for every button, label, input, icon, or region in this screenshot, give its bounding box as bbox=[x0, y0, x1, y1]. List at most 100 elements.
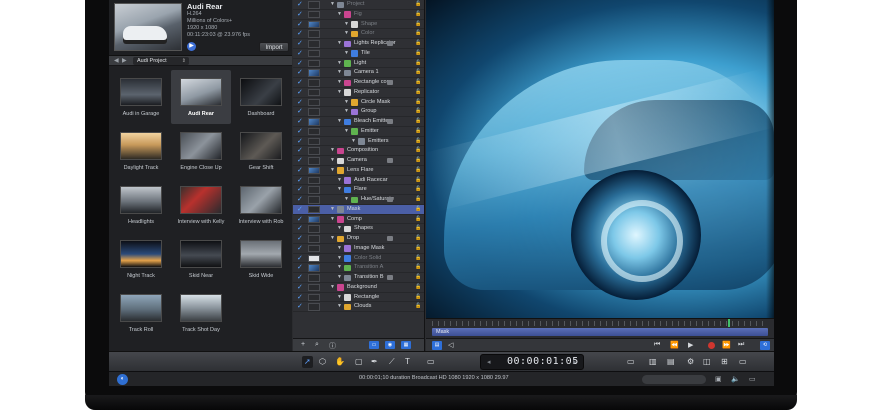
generators-icon[interactable]: ▥ bbox=[649, 356, 657, 368]
layer-row[interactable]: ✓ ▼ Background 🔓 bbox=[293, 283, 424, 293]
layer-visibility-checkbox[interactable]: ✓ bbox=[297, 49, 303, 59]
layer-visibility-checkbox[interactable]: ✓ bbox=[297, 29, 303, 39]
import-button[interactable]: Import bbox=[259, 42, 289, 52]
layer-row[interactable]: ✓ ▼ Color Solid 🔓 bbox=[293, 254, 424, 264]
layer-row[interactable]: ✓ ▼ Lights Replicator 🔓 bbox=[293, 39, 424, 49]
layer-row[interactable]: ✓ ▼ Color 🔓 bbox=[293, 29, 424, 39]
layer-lock-icon[interactable]: 🔓 bbox=[415, 293, 421, 303]
layer-visibility-checkbox[interactable]: ✓ bbox=[297, 98, 303, 108]
layer-row[interactable]: ✓ ▼ Clouds 🔓 bbox=[293, 302, 424, 312]
layer-row[interactable]: ✓ ▼ Shapes 🔓 bbox=[293, 224, 424, 234]
layer-lock-icon[interactable]: 🔓 bbox=[415, 10, 421, 20]
play-icon[interactable]: ▶ bbox=[688, 341, 693, 349]
disclosure-triangle-icon[interactable]: ▼ bbox=[330, 146, 335, 156]
layer-row[interactable]: ✓ ▼ Rectangle copy 🔓 bbox=[293, 78, 424, 88]
text-tool-icon[interactable]: T bbox=[405, 356, 410, 368]
layer-lock-icon[interactable]: 🔓 bbox=[415, 215, 421, 225]
layer-visibility-checkbox[interactable]: ✓ bbox=[297, 283, 303, 293]
disclosure-triangle-icon[interactable]: ▼ bbox=[337, 224, 342, 234]
layer-lock-icon[interactable]: 🔓 bbox=[415, 137, 421, 147]
library-item[interactable]: Night Track bbox=[111, 232, 171, 286]
mini-timeline[interactable]: Mask bbox=[426, 318, 774, 338]
library-item[interactable]: Track Shot Day bbox=[171, 286, 231, 340]
go-to-end-icon[interactable]: ⏭ bbox=[738, 341, 744, 349]
loop-icon[interactable]: ⟲ bbox=[760, 341, 770, 350]
disclosure-triangle-icon[interactable]: ▼ bbox=[330, 166, 335, 176]
layer-visibility-checkbox[interactable]: ✓ bbox=[297, 234, 303, 244]
layer-visibility-checkbox[interactable]: ✓ bbox=[297, 273, 303, 283]
layer-visibility-checkbox[interactable]: ✓ bbox=[297, 59, 303, 69]
layer-visibility-checkbox[interactable]: ✓ bbox=[297, 20, 303, 30]
disclosure-triangle-icon[interactable]: ▼ bbox=[330, 205, 335, 215]
library-item[interactable]: Headlights bbox=[111, 178, 171, 232]
pan-tool-icon[interactable]: ✋ bbox=[335, 356, 345, 368]
layer-row[interactable]: ✓ ▼ Drop 🔓 bbox=[293, 234, 424, 244]
disclosure-triangle-icon[interactable]: ▼ bbox=[337, 293, 342, 303]
layer-lock-icon[interactable]: 🔓 bbox=[415, 205, 421, 215]
layer-lock-icon[interactable]: 🔓 bbox=[415, 117, 421, 127]
canvas[interactable] bbox=[426, 0, 774, 318]
layer-lock-icon[interactable]: 🔓 bbox=[415, 107, 421, 117]
disclosure-triangle-icon[interactable]: ▼ bbox=[337, 176, 342, 186]
layer-lock-icon[interactable]: 🔓 bbox=[415, 59, 421, 69]
layer-lock-icon[interactable]: 🔓 bbox=[415, 283, 421, 293]
fullscreen-icon[interactable]: ▭ bbox=[749, 375, 756, 383]
layer-row[interactable]: ✓ ▼ Audi Racecar 🔓 bbox=[293, 176, 424, 186]
replicator-icon[interactable]: ⊞ bbox=[721, 356, 728, 368]
layer-row[interactable]: ✓ ▼ Group 🔓 bbox=[293, 107, 424, 117]
timeline-toggle-icon[interactable]: ▤ bbox=[432, 341, 442, 350]
layer-lock-icon[interactable]: 🔓 bbox=[415, 20, 421, 30]
library-item[interactable]: Engine Close Up bbox=[171, 124, 231, 178]
disclosure-triangle-icon[interactable]: ▼ bbox=[330, 156, 335, 166]
transform-tool-icon[interactable]: ⬡ bbox=[319, 356, 326, 368]
layer-visibility-checkbox[interactable]: ✓ bbox=[297, 88, 303, 98]
layer-visibility-checkbox[interactable]: ✓ bbox=[297, 39, 303, 49]
layer-visibility-checkbox[interactable]: ✓ bbox=[297, 215, 303, 225]
layer-row[interactable]: ✓ ▼ Light 🔓 bbox=[293, 59, 424, 69]
behaviors-icon[interactable]: ⚙ bbox=[687, 356, 694, 368]
library-item[interactable]: Interview with Kelly bbox=[171, 178, 231, 232]
disclosure-triangle-icon[interactable]: ▼ bbox=[337, 254, 342, 264]
layer-visibility-checkbox[interactable]: ✓ bbox=[297, 244, 303, 254]
layer-lock-icon[interactable]: 🔓 bbox=[415, 185, 421, 195]
layer-row[interactable]: ✓ ▼ Camera 🔓 bbox=[293, 156, 424, 166]
disclosure-triangle-icon[interactable]: ▼ bbox=[351, 137, 356, 147]
disclosure-triangle-icon[interactable]: ▼ bbox=[344, 195, 349, 205]
layer-row[interactable]: ✓ ▼ Transition A 🔓 bbox=[293, 263, 424, 273]
audio-icon[interactable]: ◁ bbox=[448, 341, 453, 349]
layer-lock-icon[interactable]: 🔓 bbox=[415, 302, 421, 312]
disclosure-triangle-icon[interactable]: ▼ bbox=[344, 29, 349, 39]
disclosure-triangle-icon[interactable]: ▼ bbox=[330, 0, 335, 10]
layer-lock-icon[interactable]: 🔓 bbox=[415, 127, 421, 137]
layer-lock-icon[interactable]: 🔓 bbox=[415, 166, 421, 176]
step-back-icon[interactable]: ⏪ bbox=[670, 341, 679, 349]
disclosure-triangle-icon[interactable]: ▼ bbox=[344, 20, 349, 30]
layer-lock-icon[interactable]: 🔓 bbox=[415, 156, 421, 166]
layer-row[interactable]: ✓ ▼ Bleach Emitter 🔓 bbox=[293, 117, 424, 127]
layer-visibility-checkbox[interactable]: ✓ bbox=[297, 254, 303, 264]
timeline-track[interactable]: Mask bbox=[432, 328, 768, 336]
layer-visibility-checkbox[interactable]: ✓ bbox=[297, 263, 303, 273]
layer-lock-icon[interactable]: 🔓 bbox=[415, 78, 421, 88]
layer-visibility-checkbox[interactable]: ✓ bbox=[297, 185, 303, 195]
select-tool-icon[interactable]: ➚ bbox=[302, 356, 313, 368]
library-item[interactable]: Audi in Garage bbox=[111, 70, 171, 124]
paint-tool-icon[interactable]: ⟋ bbox=[389, 356, 395, 368]
layers-view-icon[interactable]: ▭ bbox=[369, 341, 379, 349]
layer-visibility-checkbox[interactable]: ✓ bbox=[297, 68, 303, 78]
timecode-display[interactable]: ◂ 00:00:01:05 ▸ bbox=[480, 354, 584, 370]
layer-lock-icon[interactable]: 🔓 bbox=[415, 224, 421, 234]
shape-tool-icon[interactable]: ▢ bbox=[355, 356, 363, 368]
disclosure-triangle-icon[interactable]: ▼ bbox=[337, 185, 342, 195]
layer-row[interactable]: ✓ ▼ Circle Mask 🔓 bbox=[293, 98, 424, 108]
disclosure-triangle-icon[interactable]: ▼ bbox=[337, 244, 342, 254]
library-item[interactable]: Gear Shift bbox=[231, 124, 291, 178]
layer-lock-icon[interactable]: 🔓 bbox=[415, 39, 421, 49]
layer-row[interactable]: ✓ ▼ Emitter 🔓 bbox=[293, 127, 424, 137]
disclosure-triangle-icon[interactable]: ▼ bbox=[337, 39, 342, 49]
export-icon[interactable]: ▣ bbox=[715, 375, 722, 383]
layer-row[interactable]: ✓ ▼ Tile 🔓 bbox=[293, 49, 424, 59]
layer-lock-icon[interactable]: 🔓 bbox=[415, 273, 421, 283]
layer-row[interactable]: ✓ ▼ Lens Flare 🔓 bbox=[293, 166, 424, 176]
layer-visibility-checkbox[interactable]: ✓ bbox=[297, 205, 303, 215]
